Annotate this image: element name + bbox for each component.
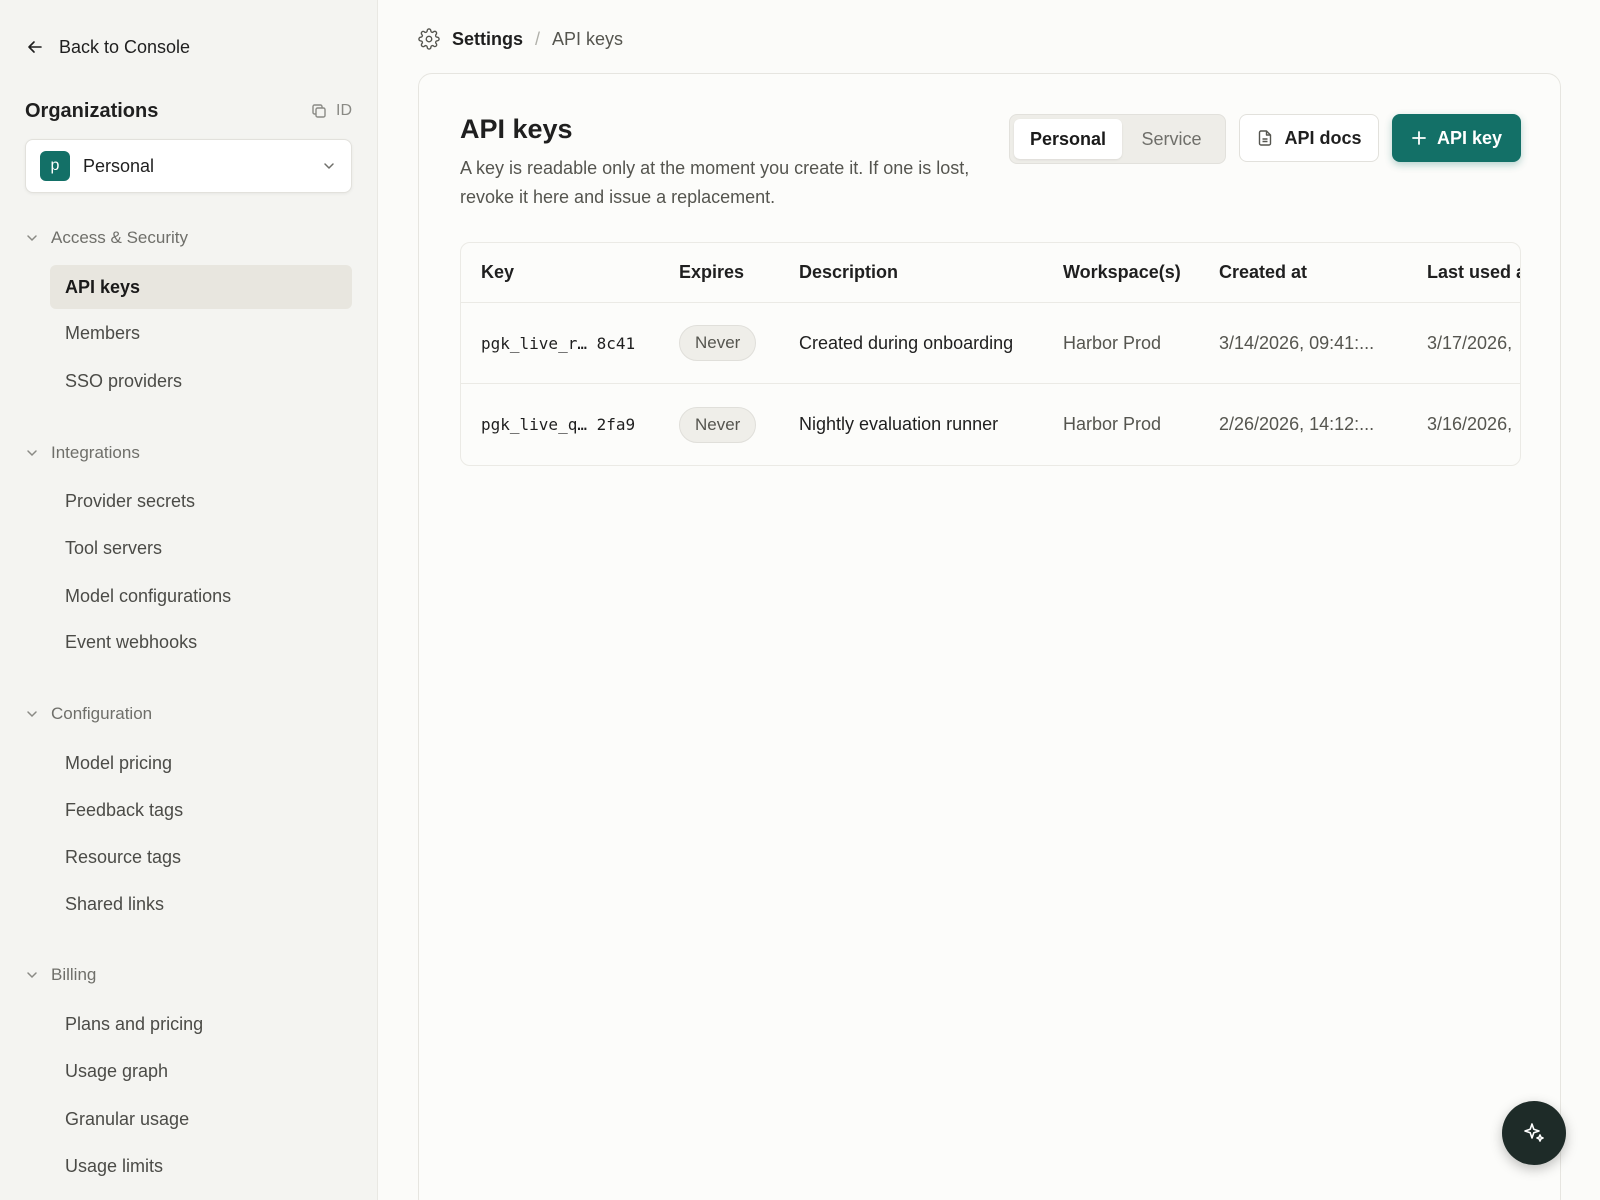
table-row[interactable]: pgk_live_r… 8c41 Never Created during on… xyxy=(461,303,1520,384)
key-value[interactable]: pgk_live_q… 2fa9 xyxy=(481,415,666,434)
org-id-label: ID xyxy=(336,102,352,119)
document-icon xyxy=(1259,130,1272,146)
copy-icon xyxy=(312,104,326,118)
add-api-key-label: API key xyxy=(1436,127,1503,148)
nav-section-label: Access & Security xyxy=(51,228,188,247)
breadcrumb-current: API keys xyxy=(552,28,624,49)
chevron-down-icon xyxy=(324,163,334,169)
add-api-key-button[interactable]: API key xyxy=(1392,114,1521,162)
nav-section-label: Integrations xyxy=(51,443,140,462)
gear-icon xyxy=(418,28,440,50)
breadcrumb-settings-link[interactable]: Settings xyxy=(452,29,523,50)
sidebar-item-tool-servers[interactable]: Tool servers xyxy=(50,526,352,570)
breadcrumb-separator: / xyxy=(535,28,541,49)
breadcrumb: Settings / API keys xyxy=(418,26,623,52)
sidebar-item-members[interactable]: Members xyxy=(50,311,352,355)
expires-badge: Never xyxy=(679,406,757,443)
sidebar-item-api-keys[interactable]: API keys xyxy=(50,265,352,309)
page-description: A key is readable only at the moment you… xyxy=(460,158,970,207)
org-avatar: p xyxy=(40,151,70,181)
organization-select[interactable]: p Personal xyxy=(25,139,352,193)
expires-cell: Never xyxy=(679,406,789,443)
organizations-header: Organizations ID xyxy=(25,96,352,126)
org-name: Personal xyxy=(83,155,155,176)
sparkle-icon xyxy=(1524,1123,1544,1142)
expires-badge: Never xyxy=(679,325,757,361)
key-value[interactable]: pgk_live_r… 8c41 xyxy=(481,334,666,353)
description-cell: Nightly evaluation runner xyxy=(799,414,999,434)
tab-personal[interactable]: Personal xyxy=(1014,119,1122,159)
back-to-console-label: Back to Console xyxy=(59,36,191,57)
workspace-cell: Harbor Prod xyxy=(1063,414,1162,434)
chevron-down-icon xyxy=(27,711,37,718)
nav-section-integrations[interactable]: Integrations xyxy=(25,440,140,466)
key-type-toggle: Personal Service xyxy=(1009,114,1226,164)
column-header-key[interactable]: Key xyxy=(481,262,666,283)
assistant-button[interactable] xyxy=(1502,1101,1566,1165)
sidebar-item-granular-usage[interactable]: Granular usage xyxy=(50,1097,352,1141)
sidebar-item-provider-secrets[interactable]: Provider secrets xyxy=(50,479,352,523)
sidebar-item-model-pricing[interactable]: Model pricing xyxy=(50,741,352,785)
sidebar-item-feedback-tags[interactable]: Feedback tags xyxy=(50,788,352,832)
column-header-created-at[interactable]: Created at xyxy=(1219,262,1409,283)
last-used-cell: 3/16/2026, xyxy=(1427,414,1513,434)
organizations-title: Organizations xyxy=(25,99,159,122)
column-header-expires[interactable]: Expires xyxy=(679,262,789,283)
sidebar-item-plans-and-pricing[interactable]: Plans and pricing xyxy=(50,1002,352,1046)
sidebar-item-event-webhooks[interactable]: Event webhooks xyxy=(50,620,352,664)
table-row[interactable]: pgk_live_q… 2fa9 Never Nightly evaluatio… xyxy=(461,384,1520,465)
sidebar-item-usage-graph[interactable]: Usage graph xyxy=(50,1049,352,1093)
expires-cell: Never xyxy=(679,325,789,361)
chevron-down-icon xyxy=(27,450,37,457)
tab-service[interactable]: Service xyxy=(1122,119,1221,159)
sidebar-item-shared-links[interactable]: Shared links xyxy=(50,882,352,926)
api-docs-label: API docs xyxy=(1284,127,1362,148)
nav-section-billing[interactable]: Billing xyxy=(25,962,96,988)
api-docs-button[interactable]: API docs xyxy=(1239,114,1379,162)
created-at-cell: 2/26/2026, 14:12:... xyxy=(1219,414,1375,434)
plus-icon xyxy=(1412,131,1426,145)
nav-section-access-security[interactable]: Access & Security xyxy=(25,225,188,251)
column-header-workspaces[interactable]: Workspace(s) xyxy=(1063,262,1213,283)
nav-section-label: Configuration xyxy=(51,704,153,723)
api-keys-table: Key Expires Description Workspace(s) Cre… xyxy=(460,242,1521,466)
chevron-down-icon xyxy=(27,235,37,242)
workspace-cell: Harbor Prod xyxy=(1063,332,1162,353)
sidebar-item-resource-tags[interactable]: Resource tags xyxy=(50,835,352,879)
nav-section-configuration[interactable]: Configuration xyxy=(25,701,152,727)
description-cell: Created during onboarding xyxy=(799,332,1014,353)
sidebar-item-sso-providers[interactable]: SSO providers xyxy=(50,359,352,403)
main-card: API keys A key is readable only at the m… xyxy=(418,73,1561,1200)
table-header-row: Key Expires Description Workspace(s) Cre… xyxy=(461,243,1520,303)
created-at-cell: 3/14/2026, 09:41:... xyxy=(1219,332,1375,353)
arrow-left-icon xyxy=(28,41,42,53)
back-to-console-link[interactable]: Back to Console xyxy=(25,34,190,60)
nav-section-label: Billing xyxy=(51,965,97,984)
column-header-description[interactable]: Description xyxy=(799,262,1054,283)
page-title: API keys xyxy=(460,114,573,144)
last-used-cell: 3/17/2026, xyxy=(1427,332,1513,353)
copy-org-id-button[interactable]: ID xyxy=(310,102,352,120)
sidebar: Back to Console Organizations ID p Perso… xyxy=(0,0,378,1200)
sidebar-item-model-configurations[interactable]: Model configurations xyxy=(50,574,352,618)
chevron-down-icon xyxy=(27,972,37,979)
column-header-last-used[interactable]: Last used a xyxy=(1427,262,1520,283)
sidebar-item-usage-limits[interactable]: Usage limits xyxy=(50,1144,352,1188)
